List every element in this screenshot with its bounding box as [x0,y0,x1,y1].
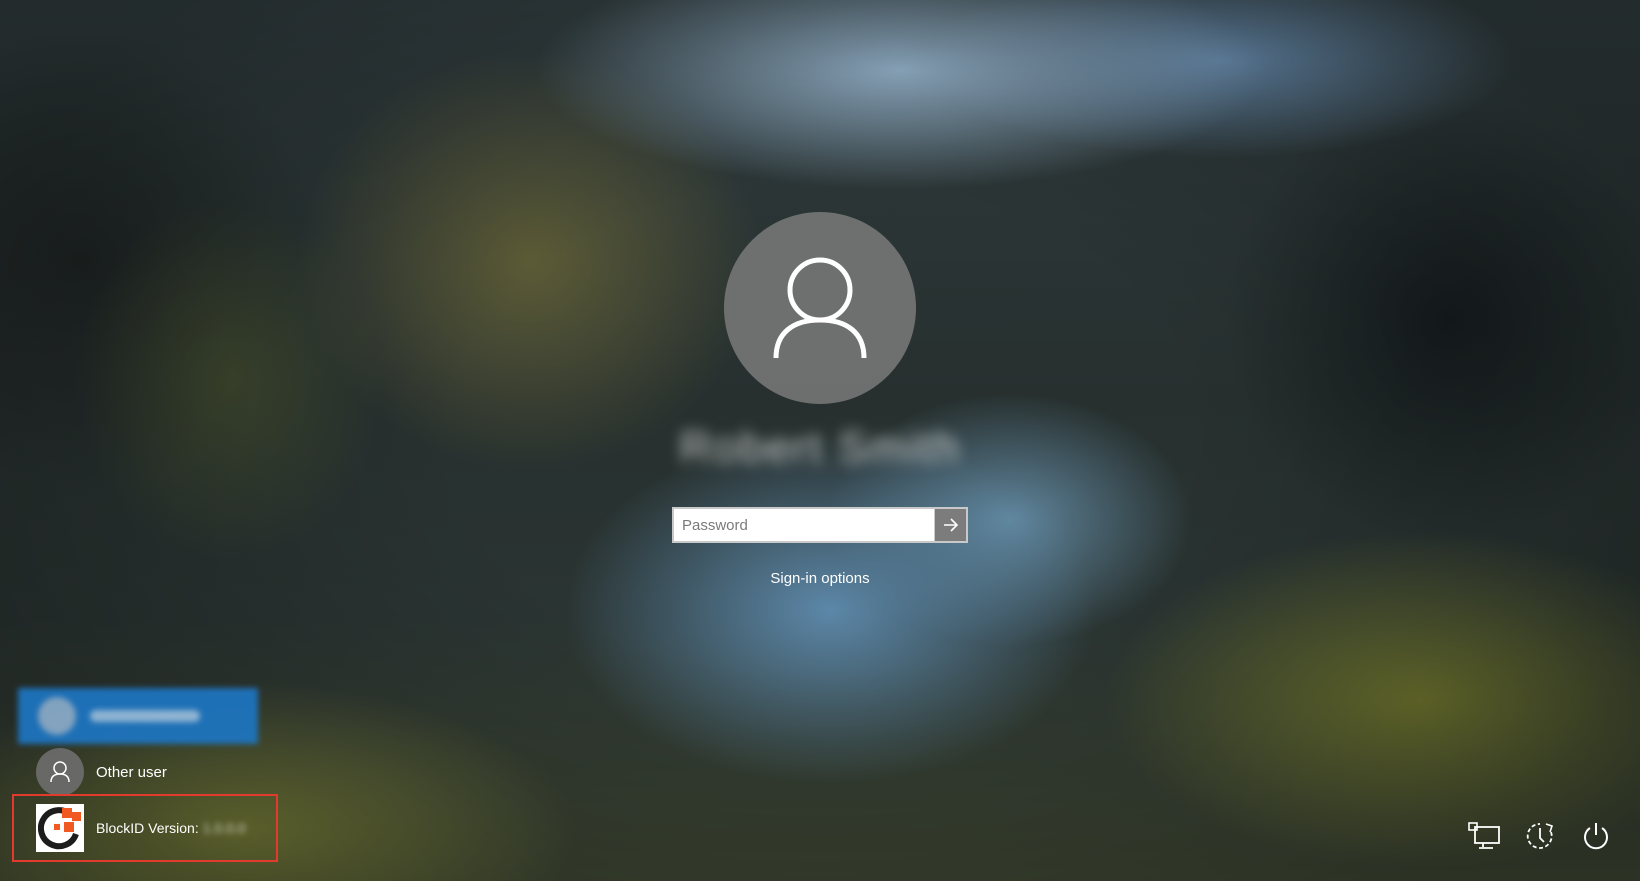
blockid-version-label: BlockID Version: [96,820,199,836]
user-silhouette-icon [773,257,867,359]
user-name: Robert Smith [679,423,961,472]
submit-button[interactable] [934,509,966,541]
other-user-avatar [36,748,84,796]
network-icon[interactable] [1464,816,1504,856]
user-avatar [724,212,916,404]
other-user-label: Other user [96,763,167,781]
blockid-logo [36,804,84,852]
sign-in-options-link[interactable]: Sign-in options [720,570,920,587]
selected-user-tile[interactable] [18,688,258,744]
user-avatar-icon [38,697,76,735]
lock-screen: Robert Smith Sign-in options Other user [0,0,1640,881]
selected-user-name [90,710,200,722]
arrow-right-icon [943,518,958,532]
user-silhouette-icon [50,761,70,783]
power-icon[interactable] [1576,816,1616,856]
other-user-tile[interactable]: Other user [36,748,167,796]
blockid-tile[interactable]: BlockID Version: 1.0.0.0 [36,804,246,852]
blockid-version-value: 1.0.0.0 [202,820,246,836]
accessibility-icon[interactable] [1520,816,1560,856]
password-input[interactable] [674,509,934,541]
system-icons [1464,816,1616,856]
password-box [672,507,968,543]
